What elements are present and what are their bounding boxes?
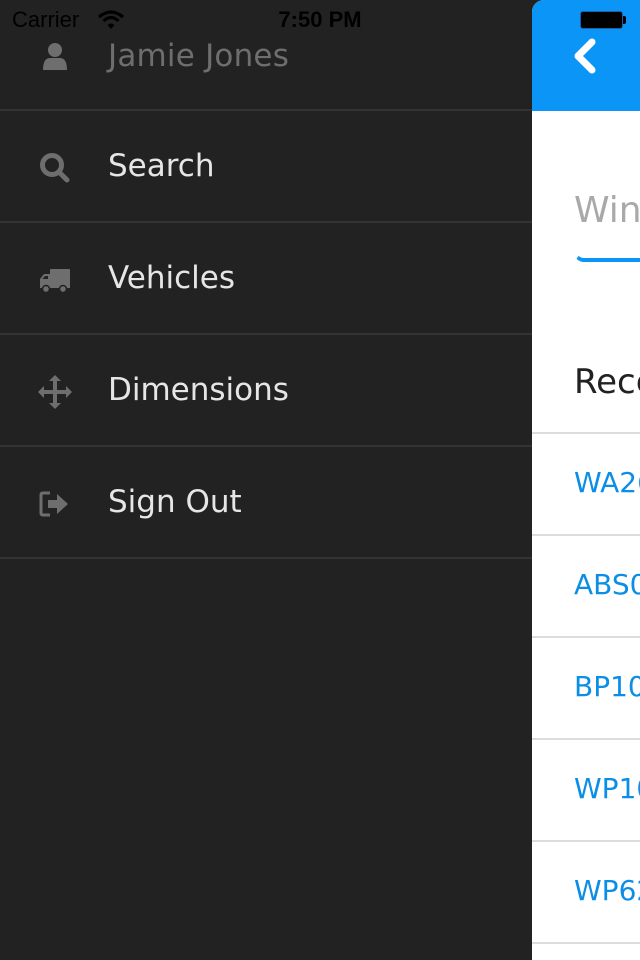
sidebar-item-sign-out[interactable]: Sign Out [0,447,532,559]
search-field[interactable] [574,180,640,262]
sign-out-icon [39,491,68,517]
clock: 7:50 PM [278,7,362,32]
chevron-left-icon[interactable] [570,38,600,74]
recent-item-code: BP10 [574,670,640,703]
sidebar-item-label: Sign Out [108,484,242,520]
sidebar-item-label: Search [108,148,215,184]
sidebar-item-label: Vehicles [108,260,236,296]
move-arrows-icon [38,375,72,409]
sidebar-item-search[interactable]: Search [0,111,532,223]
list-item[interactable]: WP10 [532,740,640,842]
recent-item-code: ABS0 [574,568,640,601]
profile-name: Jamie Jones [108,38,290,74]
status-bar: Carrier 7:50 PM [0,0,640,40]
truck-icon [40,269,70,294]
list-item[interactable]: BP10 [532,638,640,740]
recent-section-title: Rece [574,362,640,402]
recent-item-code: WA26 [574,466,640,499]
list-item[interactable]: WA26 [532,434,640,536]
search-icon [40,153,70,183]
recent-list: WA26 ABS0 BP10 WP10 WP62 [532,434,640,944]
recent-item-code: WP10 [574,772,640,805]
sidebar-item-vehicles[interactable]: Vehicles [0,223,532,335]
sidebar-item-dimensions[interactable]: Dimensions [0,335,532,447]
user-icon [43,43,67,70]
sidebar-item-label: Dimensions [108,372,289,408]
search-input[interactable] [574,180,640,240]
recent-item-code: WP62 [574,874,640,907]
battery-full-icon [580,11,626,31]
search-underline [574,252,640,262]
sidebar-menu: Jamie Jones Search Vehicles Dimensions S… [0,0,532,960]
list-item[interactable]: WP62 [532,842,640,944]
list-item[interactable]: ABS0 [532,536,640,638]
sidebar-menu-list: Search Vehicles Dimensions Sign Out [0,111,532,559]
main-panel: Rece WA26 ABS0 BP10 WP10 WP62 [532,0,640,960]
